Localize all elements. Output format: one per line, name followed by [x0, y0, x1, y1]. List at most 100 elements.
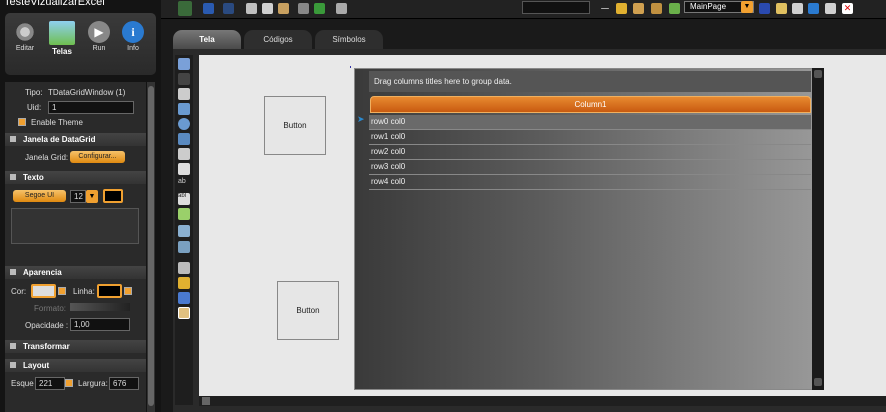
- info-button[interactable]: i Info: [119, 21, 147, 52]
- page-add-icon[interactable]: [669, 3, 680, 14]
- app-title: TesteVizualizarExcel: [4, 0, 105, 8]
- largura-label: Largura:: [78, 379, 108, 388]
- handle-tl[interactable]: [350, 66, 351, 68]
- textbox-tool-icon[interactable]: abl: [178, 193, 190, 205]
- back-icon[interactable]: [178, 1, 192, 16]
- tab-tela[interactable]: Tela: [173, 30, 241, 49]
- key-icon[interactable]: [651, 3, 662, 14]
- scroll-down-icon[interactable]: [814, 378, 822, 386]
- datagrid-tool-icon[interactable]: [178, 307, 190, 319]
- telas-label: Telas: [52, 47, 72, 56]
- canvas-horizontal-scrollbar[interactable]: [199, 396, 886, 406]
- print-icon[interactable]: [298, 3, 309, 14]
- window-icon[interactable]: [825, 3, 836, 14]
- redo-icon[interactable]: [223, 3, 234, 14]
- left-panel: TesteVizualizarExcel Editar Telas ▶ Run …: [0, 0, 161, 412]
- undo-icon[interactable]: [203, 3, 214, 14]
- telas-button[interactable]: Telas: [45, 21, 79, 56]
- uid-label: Uid:: [27, 103, 42, 112]
- folder-icon[interactable]: [776, 3, 787, 14]
- largura-input[interactable]: 676: [109, 377, 139, 390]
- link-tool-icon[interactable]: [178, 225, 190, 237]
- hand-tool-icon[interactable]: [178, 88, 190, 100]
- image-tool-icon[interactable]: [178, 241, 190, 253]
- configurar-button[interactable]: Configurar...: [70, 151, 125, 163]
- cut-icon[interactable]: [246, 3, 257, 14]
- save-icon[interactable]: [759, 3, 770, 14]
- ribbon: Editar Telas ▶ Run i Info: [5, 13, 156, 75]
- text-tool-icon[interactable]: ab: [178, 178, 190, 190]
- editar-button[interactable]: Editar: [11, 21, 39, 52]
- ok-button-tool-icon[interactable]: [178, 163, 190, 175]
- font-name-button[interactable]: Segoe UI: [13, 190, 66, 202]
- monitor-icon[interactable]: [808, 3, 819, 14]
- scroll-up-icon[interactable]: [814, 70, 822, 78]
- page-select-dropdown-icon[interactable]: ▼: [741, 1, 753, 13]
- enable-theme-checkbox[interactable]: [18, 118, 26, 126]
- linha-swatch[interactable]: [97, 284, 122, 298]
- scroll-left-icon[interactable]: [202, 397, 210, 405]
- picture-icon: [49, 21, 75, 45]
- copy-icon[interactable]: [262, 3, 273, 14]
- table-row[interactable]: row1 col0: [369, 130, 811, 145]
- linha-label: Linha:: [73, 287, 95, 296]
- opacidade-label: Opacidade :: [25, 321, 69, 330]
- info-icon: i: [122, 21, 144, 43]
- run-button[interactable]: ▶ Run: [85, 21, 113, 52]
- rectangle-tool-icon[interactable]: [178, 103, 190, 115]
- warning-tool-icon[interactable]: [178, 277, 190, 289]
- opacidade-input[interactable]: 1,00: [70, 318, 130, 331]
- tools-icon[interactable]: [633, 3, 644, 14]
- paste-icon[interactable]: [278, 3, 289, 14]
- tab-simbolos[interactable]: Símbolos: [315, 30, 383, 49]
- minus-icon[interactable]: [601, 8, 609, 9]
- table-row[interactable]: row3 col0: [369, 160, 811, 175]
- table-row[interactable]: row4 col0: [369, 175, 811, 190]
- export-icon[interactable]: [314, 3, 325, 14]
- transformar-section-header[interactable]: Transformar: [5, 340, 146, 353]
- datagrid-scrollbar[interactable]: [812, 68, 824, 390]
- wand-icon[interactable]: [616, 3, 627, 14]
- uid-input[interactable]: 1: [48, 101, 134, 114]
- gear-icon: [14, 21, 36, 43]
- formato-label: Formato:: [34, 304, 67, 313]
- formato-gradient: [70, 303, 130, 311]
- janela-section-header[interactable]: Janela de DataGrid: [5, 133, 146, 146]
- esque-input[interactable]: 221: [35, 377, 65, 390]
- table-row[interactable]: row0 col0: [369, 115, 811, 130]
- linha-checkbox[interactable]: [124, 287, 132, 295]
- button-widget-2[interactable]: Button: [277, 281, 339, 340]
- aparencia-section-header[interactable]: Aparencia: [5, 266, 146, 279]
- font-size-input[interactable]: 12: [70, 190, 86, 203]
- page-icon[interactable]: [336, 3, 347, 14]
- checkbox-tool-icon[interactable]: [178, 208, 190, 220]
- column-header[interactable]: Column1: [370, 96, 811, 113]
- pointer-tool-icon[interactable]: [178, 73, 190, 85]
- close-icon[interactable]: ✕: [842, 3, 853, 14]
- move-tool-icon[interactable]: [178, 148, 190, 160]
- font-size-dropdown[interactable]: ▼: [86, 190, 98, 203]
- tab-codigos[interactable]: Códigos: [244, 30, 312, 49]
- object-selector[interactable]: [522, 1, 590, 14]
- cor-swatch[interactable]: [31, 284, 56, 298]
- new-page-icon[interactable]: [792, 3, 803, 14]
- button-widget-1[interactable]: Button: [264, 96, 326, 155]
- table-row[interactable]: row2 col0: [369, 145, 811, 160]
- chart-tool-icon[interactable]: [178, 292, 190, 304]
- grid-dots-tool-icon[interactable]: [178, 262, 190, 274]
- font-color-swatch[interactable]: [103, 189, 123, 203]
- run-label: Run: [92, 45, 106, 52]
- play-icon: ▶: [88, 21, 110, 43]
- cor-checkbox[interactable]: [58, 287, 66, 295]
- select-tool-icon[interactable]: [178, 58, 190, 70]
- esque-checkbox[interactable]: [65, 379, 73, 387]
- ellipse-tool-icon[interactable]: [178, 118, 190, 130]
- polygon-tool-icon[interactable]: [178, 133, 190, 145]
- text-area[interactable]: [11, 208, 139, 244]
- texto-section-header[interactable]: Texto: [5, 171, 146, 184]
- info-label: Info: [127, 45, 139, 52]
- tipo-value: TDataGridWindow (1): [48, 88, 126, 97]
- properties-scrollbar[interactable]: [147, 82, 155, 412]
- scroll-thumb[interactable]: [148, 86, 154, 406]
- layout-section-header[interactable]: Layout: [5, 359, 146, 372]
